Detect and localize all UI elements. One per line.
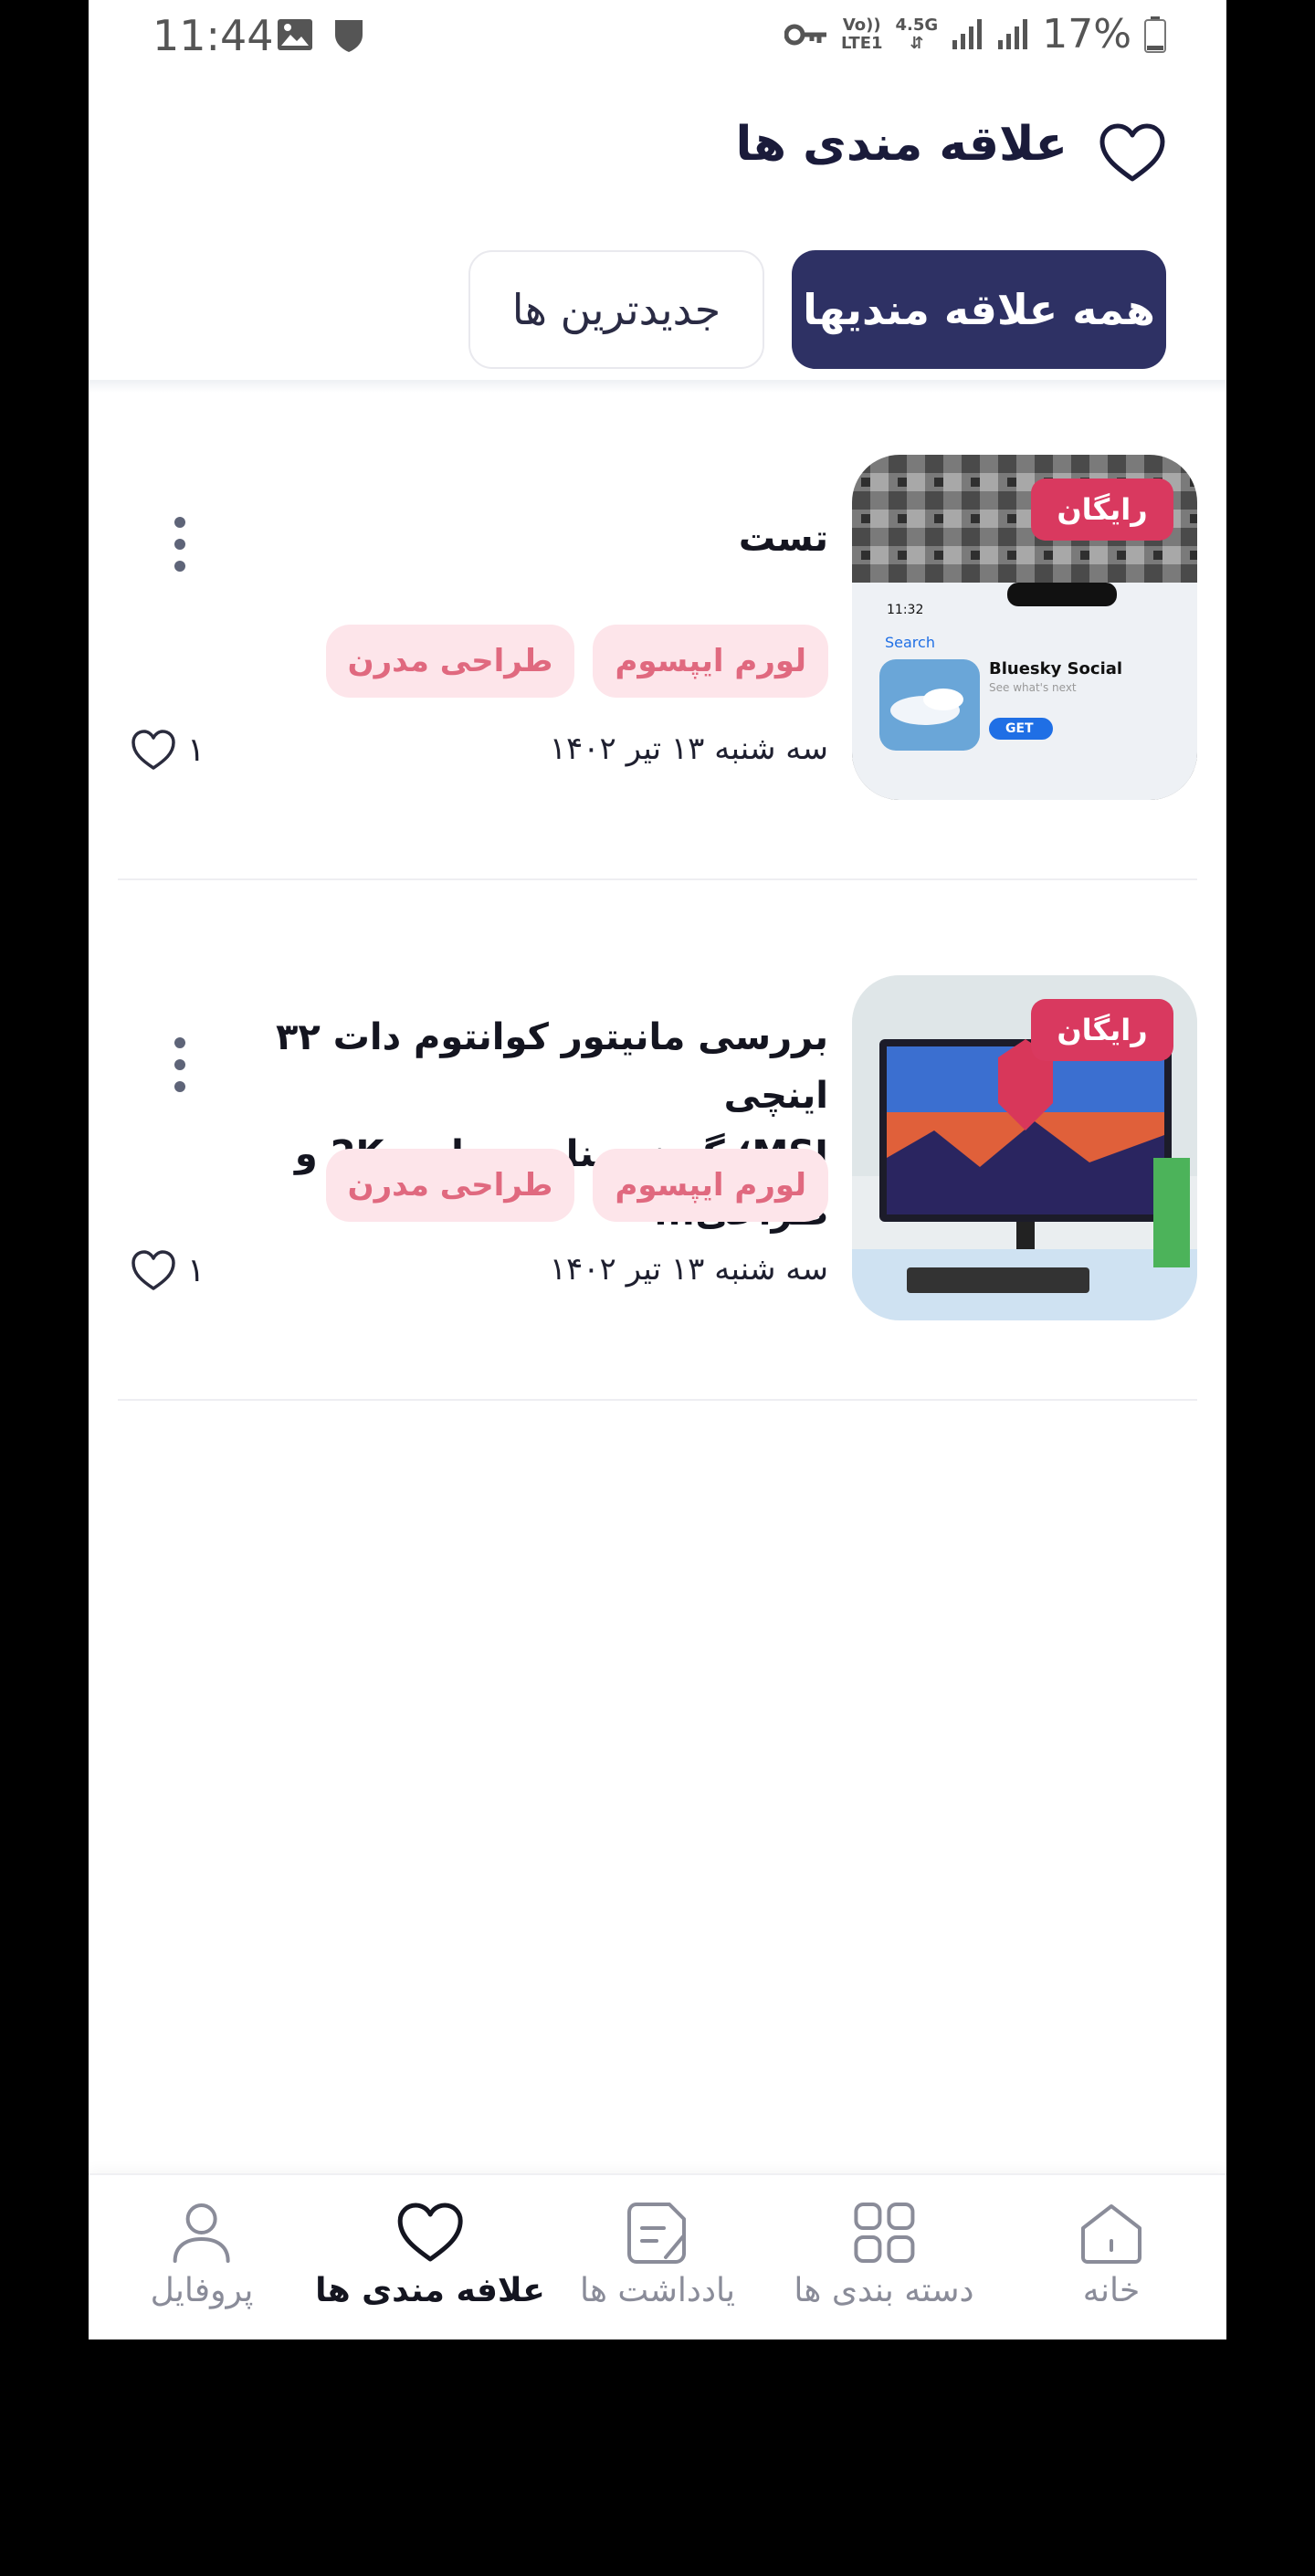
nav-notes[interactable]: یادداشت ها [580, 2201, 735, 2309]
thumb-get-label: GET [1005, 721, 1034, 736]
like-count: ۱ [187, 1251, 205, 1289]
like-control[interactable]: ۱ [131, 1249, 205, 1291]
thumb-app-name: Bluesky Social [989, 659, 1123, 678]
nav-profile[interactable]: پروفایل [150, 2201, 254, 2309]
nav-profile-label: پروفایل [150, 2272, 254, 2309]
card-thumbnail[interactable]: رایگان [852, 975, 1197, 1320]
note-icon [627, 2203, 686, 2264]
like-control[interactable]: ۱ [131, 729, 205, 771]
card-date: سه شنبه ۱۳ تیر ۱۴۰۲ [549, 1251, 828, 1288]
heart-icon [1099, 123, 1165, 182]
image-icon [278, 19, 312, 50]
card-thumbnail[interactable]: 11:32 Search Bluesky Social See what's n… [852, 455, 1197, 800]
tab-newest[interactable]: جدیدترین ها [468, 250, 764, 369]
status-bar: 11:44 Vo)) LTE1 4.5G ⇵ 17% [89, 0, 1226, 73]
data-arrows-icon: ⇵ [910, 33, 924, 53]
user-icon [173, 2203, 230, 2263]
network-speed: 4.5G [895, 15, 939, 35]
nav-categories[interactable]: دسته بندی ها [794, 2201, 974, 2309]
network-lte: LTE1 [840, 33, 883, 53]
divider [118, 878, 1197, 880]
page-title: علاقه مندی ها [735, 117, 1068, 172]
signal-icon [998, 18, 1028, 49]
card-title-line: بررسی مانیتور کوانتوم دات ۳۲ اینچی [275, 1016, 828, 1117]
thumb-clock: 11:32 [887, 603, 924, 617]
battery-icon [1144, 16, 1166, 53]
thumb-app-sub: See what's next [989, 681, 1077, 694]
heart-icon [397, 2203, 463, 2262]
nav-favorites[interactable]: علافه مندی ها [315, 2201, 545, 2309]
card-title[interactable]: تست [226, 510, 828, 568]
tag-chip[interactable]: طراحی مدرن [325, 1149, 575, 1222]
favorite-card[interactable]: رایگان بررسی مانیتور کوانتوم دات ۳۲ اینچ… [118, 975, 1197, 1450]
app-screen: 11:44 Vo)) LTE1 4.5G ⇵ 17% علاقه مندی ها… [89, 0, 1226, 2339]
nav-home-label: خانه [1082, 2272, 1141, 2309]
heart-icon[interactable] [131, 729, 176, 771]
heart-icon[interactable] [131, 1249, 176, 1291]
status-time: 11:44 [153, 11, 274, 60]
thumb-search-label: Search [885, 634, 935, 651]
favorite-card[interactable]: 11:32 Search Bluesky Social See what's n… [118, 455, 1197, 930]
grid-icon [854, 2203, 914, 2263]
nav-favorites-label: علافه مندی ها [315, 2272, 545, 2309]
nav-categories-label: دسته بندی ها [794, 2272, 974, 2309]
tab-all-favorites[interactable]: همه علاقه مندیها [792, 250, 1166, 369]
free-badge: رایگان [1031, 999, 1173, 1061]
more-options-icon[interactable] [171, 1037, 189, 1092]
key-icon [784, 24, 826, 45]
more-options-icon[interactable] [171, 517, 189, 572]
signal-icon [952, 18, 983, 49]
tag-chip[interactable]: طراحی مدرن [325, 625, 575, 698]
bottom-nav: خانه دسته بندی ها یادداشت ها علافه مندی … [89, 2173, 1226, 2339]
shield-icon [335, 20, 363, 52]
divider [118, 1399, 1197, 1401]
home-icon [1081, 2204, 1141, 2264]
nav-notes-label: یادداشت ها [580, 2272, 735, 2309]
card-date: سه شنبه ۱۳ تیر ۱۴۰۲ [549, 731, 828, 767]
tag-chip[interactable]: لورم ایپسوم [593, 1149, 828, 1222]
tag-chip[interactable]: لورم ایپسوم [593, 625, 828, 698]
network-volte: Vo)) [842, 15, 881, 35]
battery-percent: 17% [1042, 11, 1131, 58]
like-count: ۱ [187, 731, 205, 769]
nav-home[interactable]: خانه [1078, 2201, 1145, 2309]
free-badge: رایگان [1031, 478, 1173, 541]
